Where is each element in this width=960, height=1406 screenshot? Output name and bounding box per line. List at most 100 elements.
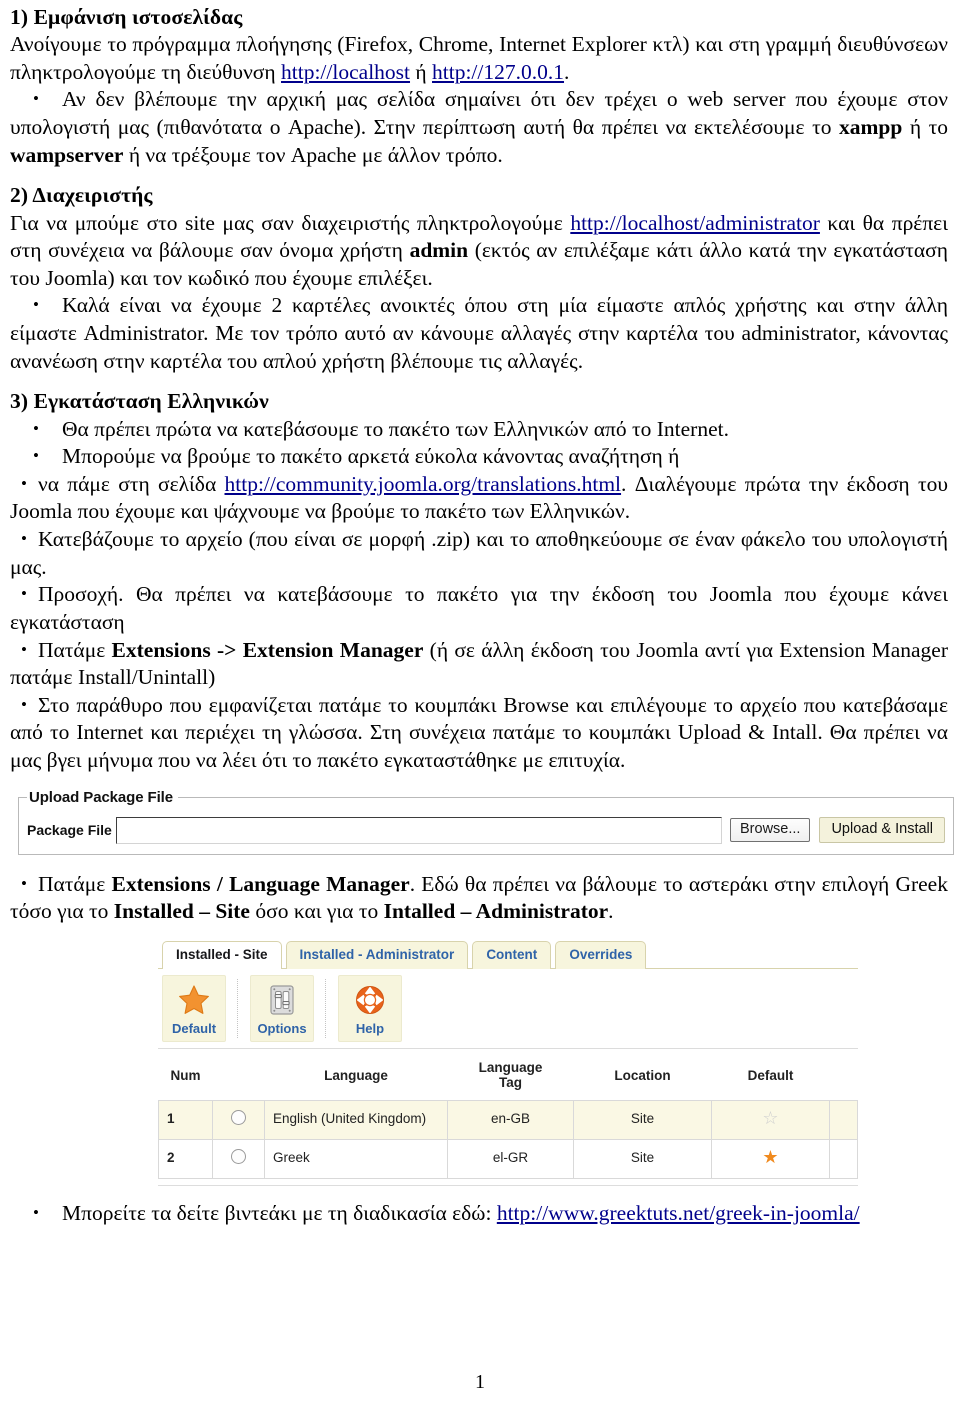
list-item: • Κατεβάζουμε το αρχείο (που είναι σε μορ… [10, 526, 948, 581]
bullet-marker-icon: • [33, 89, 39, 109]
list-item: • Αν δεν βλέπουμε την αρχική μας σελίδα σ… [10, 86, 948, 169]
bullet-text-b: ή το [902, 115, 948, 140]
upload-install-button[interactable]: Upload & Install [819, 817, 945, 843]
document-body: 1) Εμφάνιση ιστοσελίδας Ανοίγουμε το πρό… [0, 0, 960, 1227]
sliders-icon [265, 983, 299, 1017]
language-table-wrapper: Num Language Language Tag Location Defau… [158, 1052, 858, 1186]
cell-spacer [829, 1138, 858, 1179]
cell-select[interactable] [212, 1099, 265, 1140]
empty-star-icon[interactable]: ☆ [762, 1110, 779, 1128]
header-default: Default [711, 1052, 830, 1101]
cell-num: 2 [158, 1138, 213, 1179]
tab-content[interactable]: Content [472, 940, 552, 969]
section-1-text-b: ή [410, 59, 433, 84]
bullet-text-c: όσο και για το [249, 899, 384, 924]
bullet-text: Θα πρέπει πρώτα να κατεβάσουμε το πακέτο… [62, 416, 729, 441]
bullet-marker-icon: • [21, 584, 27, 604]
section-4-bullet-list: • Πατάμε Extensions / Language Manager. Ε… [10, 871, 948, 926]
bullet-text-c: ή να τρέξουμε τον Apache με άλλον τρόπο. [123, 142, 503, 167]
cell-spacer [829, 1099, 858, 1140]
tab-overrides[interactable]: Overrides [555, 940, 647, 969]
section-3-heading: 3) Εγκατάσταση Ελληνικών [10, 389, 269, 414]
list-item: • Θα πρέπει πρώτα να κατεβάσουμε το πακέτ… [10, 416, 948, 444]
bullet-text-a: Μπορείτε τα δείτε βιντεάκι με τη διαδικα… [62, 1200, 497, 1225]
radio-button-icon[interactable] [231, 1109, 246, 1125]
bold-arrow: -> [210, 637, 243, 662]
bullet-text-a: Αν δεν βλέπουμε την αρχική μας σελίδα ση… [10, 87, 948, 140]
header-language-tag: Language Tag [447, 1052, 574, 1101]
upload-package-fieldset: Upload Package File Package File Browse.… [18, 788, 954, 855]
bullet-text-a: Πατάμε [38, 637, 112, 662]
list-item: • να πάμε στη σελίδα http://community.joo… [10, 471, 948, 526]
language-manager-panel: Default Options Help Num Language Langua… [158, 967, 858, 1186]
list-item: • Πατάμε Extensions / Language Manager. Ε… [10, 871, 948, 926]
bold-admin: admin [409, 238, 469, 263]
link-greektuts-video[interactable]: http://www.greektuts.net/greek-in-joomla… [497, 1201, 860, 1225]
package-file-input[interactable] [115, 816, 722, 844]
toolbar-divider [325, 978, 327, 1038]
cell-select[interactable] [212, 1138, 265, 1179]
page-number: 1 [475, 1371, 485, 1393]
list-item: • Μπορείτε τα δείτε βιντεάκι με τη διαδικ… [10, 1200, 948, 1228]
link-joomla-translations[interactable]: http://community.joomla.org/translations… [225, 472, 622, 496]
bold-installed-site: Installed – Site [113, 899, 250, 924]
bullet-text-a: να πάμε στη σελίδα [38, 471, 225, 496]
bold-extension-manager: Extension Manager [242, 637, 424, 662]
bullet-text-d: . [608, 899, 614, 924]
bullet-marker-icon: • [21, 529, 27, 549]
upload-package-legend: Upload Package File [29, 788, 173, 806]
cell-location: Site [573, 1099, 712, 1140]
tab-installed-site[interactable]: Installed - Site [162, 940, 282, 969]
cell-language: English (United Kingdom) [264, 1099, 448, 1140]
header-select [212, 1052, 265, 1101]
header-spacer [829, 1052, 858, 1101]
list-item: • Μπορούμε να βρούμε το πακέτο αρκετά εύκ… [10, 443, 948, 471]
bold-installed-administrator: Intalled – Administrator [383, 899, 609, 924]
language-manager-toolbar: Default Options Help [158, 969, 858, 1049]
link-localhost[interactable]: http://localhost [281, 60, 410, 84]
section-5-bullet-list: • Μπορείτε τα δείτε βιντεάκι με τη διαδικ… [10, 1200, 948, 1228]
cell-language: Greek [264, 1138, 448, 1179]
toolbar-options-button[interactable]: Options [250, 974, 314, 1042]
cell-location: Site [573, 1138, 712, 1179]
cell-default[interactable]: ☆ [711, 1099, 830, 1140]
bullet-marker-icon: • [33, 1202, 39, 1222]
table-row: 1 English (United Kingdom) en-GB Site ☆ [158, 1099, 858, 1140]
list-item: • Καλά είναι να έχουμε 2 καρτέλες ανοικτέ… [10, 292, 948, 375]
list-item: • Προσοχή. Θα πρέπει να κατεβάσουμε το πα… [10, 581, 948, 636]
filled-star-icon[interactable]: ★ [762, 1149, 779, 1167]
bullet-text: Προσοχή. Θα πρέπει να κατεβάσουμε το πακ… [10, 582, 948, 634]
cell-language-tag: en-GB [447, 1099, 574, 1140]
link-loopback-ip[interactable]: http://127.0.0.1 [432, 60, 564, 84]
list-item: • Πατάμε Extensions -> Extension Manager … [10, 637, 948, 692]
list-item: • Στο παράθυρο που εμφανίζεται πατάμε το … [10, 692, 948, 775]
cell-default[interactable]: ★ [711, 1138, 830, 1179]
toolbar-default-button[interactable]: Default [162, 974, 226, 1042]
toolbar-help-label: Help [355, 1020, 385, 1036]
header-language: Language [264, 1052, 448, 1101]
bullet-text-a: Πατάμε [38, 871, 112, 896]
radio-button-icon[interactable] [231, 1148, 246, 1164]
header-language-tag-line2: Tag [499, 1075, 522, 1091]
bullet-text: Καλά είναι να έχουμε 2 καρτέλες ανοικτές… [10, 293, 948, 373]
section-2-bullet-list: • Καλά είναι να έχουμε 2 καρτέλες ανοικτέ… [10, 292, 948, 375]
toolbar-divider [237, 978, 239, 1038]
language-table-head: Num Language Language Tag Location Defau… [158, 1052, 858, 1101]
link-localhost-administrator[interactable]: http://localhost/administrator [570, 211, 820, 235]
browse-button[interactable]: Browse... [730, 818, 811, 842]
bullet-marker-icon: • [21, 873, 27, 893]
toolbar-help-button[interactable]: Help [338, 974, 402, 1042]
section-1-heading: 1) Εμφάνιση ιστοσελίδας [10, 5, 243, 29]
cell-language-tag: el-GR [447, 1138, 574, 1179]
bold-xampp: xampp [838, 115, 903, 140]
bullet-marker-icon: • [21, 694, 27, 714]
package-file-label: Package File [27, 822, 112, 839]
bullet-text: Στο παράθυρο που εμφανίζεται πατάμε το κ… [10, 692, 948, 773]
table-header-row: Num Language Language Tag Location Defau… [158, 1052, 858, 1101]
section-1-text-c: . [564, 59, 570, 84]
section-1-paragraph: Ανοίγουμε το πρόγραμμα πλοήγησης (Firefo… [10, 31, 948, 86]
section-2-heading: 2) Διαχειριστής [10, 183, 153, 208]
tab-installed-administrator[interactable]: Installed - Administrator [285, 940, 469, 969]
